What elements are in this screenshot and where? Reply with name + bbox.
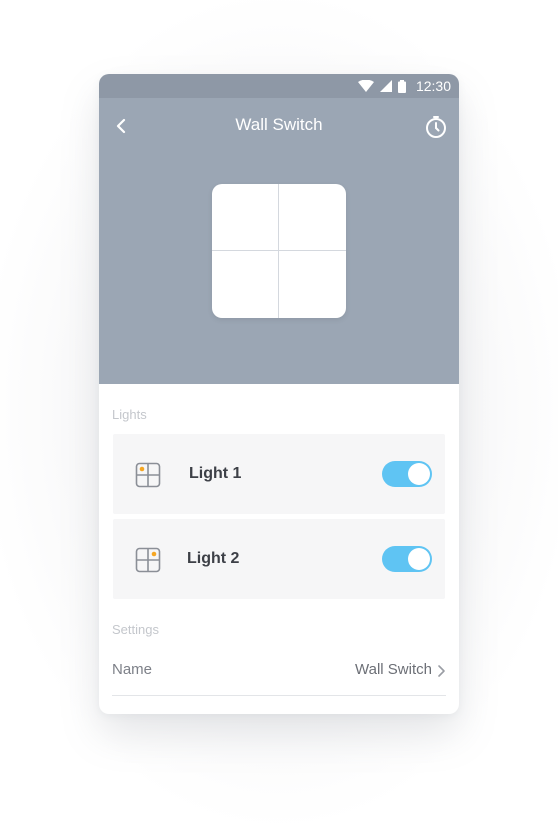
light-1-toggle[interactable] — [382, 461, 432, 487]
status-bar: 12:30 — [99, 74, 459, 98]
switch-divider-vertical — [278, 184, 279, 318]
cellular-signal-icon — [379, 80, 392, 92]
light-2-toggle[interactable] — [382, 546, 432, 572]
page-title: Wall Switch — [235, 115, 323, 134]
name-setting-row[interactable]: Name Wall Switch — [112, 654, 446, 696]
stage: 12:30 Wall Switch Lights Light 1 Light 2… — [0, 0, 558, 838]
phone-frame: 12:30 Wall Switch Lights Light 1 Light 2… — [99, 74, 459, 714]
name-label: Name — [112, 661, 153, 678]
timer-icon — [426, 116, 446, 138]
name-value: Wall Switch — [355, 661, 432, 678]
device-header: Wall Switch — [99, 98, 459, 384]
gang-switch-icon — [135, 462, 161, 488]
light-card-2[interactable]: Light 2 — [113, 519, 445, 599]
light-1-label: Light 1 — [189, 465, 242, 482]
switch-divider-horizontal — [212, 250, 346, 251]
wall-switch-illustration — [212, 184, 346, 318]
status-time: 12:30 — [415, 78, 451, 94]
battery-icon — [397, 79, 406, 93]
lights-section-label: Lights — [112, 407, 147, 422]
toggle-knob — [408, 548, 430, 570]
settings-section-label: Settings — [112, 622, 159, 637]
chevron-right-icon — [438, 665, 445, 677]
light-card-1[interactable]: Light 1 — [113, 434, 445, 514]
toggle-knob — [408, 463, 430, 485]
wifi-icon — [357, 80, 374, 92]
light-2-label: Light 2 — [187, 550, 240, 567]
timer-button[interactable] — [423, 114, 449, 140]
gang-switch-icon — [135, 547, 161, 573]
